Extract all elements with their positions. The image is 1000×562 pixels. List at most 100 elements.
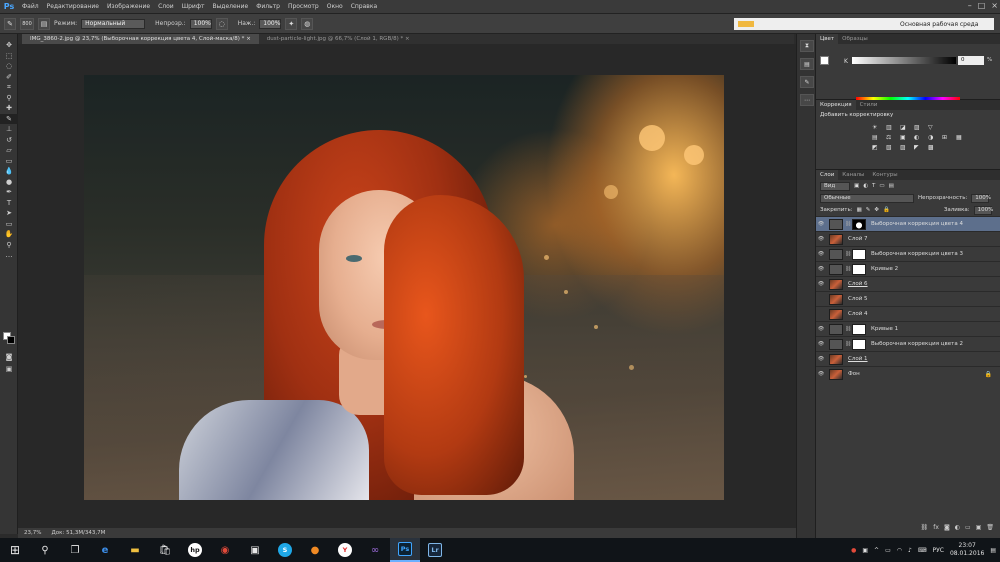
layer-row[interactable]: 👁 Слой 1 bbox=[816, 351, 1000, 366]
channel-value-input[interactable]: 0 bbox=[958, 56, 984, 65]
blend-mode-select[interactable]: Обычные bbox=[820, 193, 914, 203]
layer-thumbnail[interactable] bbox=[829, 308, 843, 320]
airbrush-icon[interactable]: ✦ bbox=[285, 17, 298, 30]
edge-browser-icon[interactable]: e bbox=[90, 538, 120, 562]
marquee-tool-icon[interactable]: ⬚ bbox=[0, 51, 18, 62]
adjustment-icon[interactable]: ⚖ bbox=[886, 134, 896, 141]
filter-type-icon[interactable]: T bbox=[872, 183, 875, 189]
adjustment-icon[interactable]: ⊞ bbox=[942, 134, 952, 141]
close-tab-icon[interactable]: × bbox=[405, 36, 410, 42]
photoshop-taskbar-icon[interactable]: Ps bbox=[390, 538, 420, 562]
yandex-browser-icon[interactable]: Y bbox=[330, 538, 360, 562]
menu-item-6[interactable]: Фильтр bbox=[252, 3, 284, 10]
chrome-icon[interactable]: ◉ bbox=[210, 538, 240, 562]
lock-transparency-icon[interactable]: ▦ bbox=[857, 207, 862, 213]
tab-color[interactable]: Цвет bbox=[816, 34, 839, 44]
clock[interactable]: 23:07 08.01.2016 bbox=[950, 542, 984, 558]
hp-icon[interactable]: hp bbox=[180, 538, 210, 562]
new-adjustment-icon[interactable]: ◐ bbox=[955, 524, 960, 534]
brush-size-picker[interactable]: 800 bbox=[20, 17, 34, 30]
hand-tool-icon[interactable]: ✋ bbox=[0, 229, 18, 240]
crop-tool-icon[interactable]: ⌗ bbox=[0, 82, 18, 93]
menu-item-2[interactable]: Изображение bbox=[103, 3, 154, 10]
layer-visibility-icon[interactable]: 👁 bbox=[816, 266, 826, 272]
close-tab-icon[interactable]: × bbox=[246, 36, 251, 42]
add-mask-icon[interactable]: ◙ bbox=[944, 524, 950, 534]
menu-item-4[interactable]: Шрифт bbox=[178, 3, 209, 10]
type-tool-icon[interactable]: T bbox=[0, 198, 18, 209]
layer-thumbnail[interactable] bbox=[829, 233, 843, 245]
layer-thumbnail[interactable] bbox=[829, 368, 843, 380]
new-layer-icon[interactable]: ▣ bbox=[976, 524, 982, 534]
visual-studio-icon[interactable]: ∞ bbox=[360, 538, 390, 562]
start-button[interactable]: ⊞ bbox=[0, 538, 30, 562]
layer-row[interactable]: 👁 ⛓ Выборочная коррекция цвета 2 bbox=[816, 336, 1000, 351]
lock-position-icon[interactable]: ✥ bbox=[874, 207, 879, 213]
layer-visibility-icon[interactable]: 👁 bbox=[816, 251, 826, 257]
adjustment-icon[interactable]: ◪ bbox=[900, 124, 910, 131]
tab-layers[interactable]: Слои bbox=[816, 170, 839, 180]
layer-visibility-icon[interactable]: 👁 bbox=[816, 371, 826, 377]
filter-pixel-icon[interactable]: ▣ bbox=[854, 183, 859, 189]
eraser-tool-icon[interactable]: ▱ bbox=[0, 145, 18, 156]
layer-row[interactable]: 👁 Слой 6 bbox=[816, 276, 1000, 291]
opacity-input[interactable]: 100% bbox=[189, 18, 212, 29]
search-icon[interactable]: ⚲ bbox=[30, 538, 60, 562]
shape-tool-icon[interactable]: ▭ bbox=[0, 219, 18, 230]
mode-select[interactable]: Нормальный bbox=[81, 18, 146, 29]
menu-item-0[interactable]: Файл bbox=[18, 3, 43, 10]
layer-style-icon[interactable]: fx bbox=[933, 524, 939, 534]
filter-shape-icon[interactable]: ▭ bbox=[879, 183, 884, 189]
layer-row[interactable]: 👁 ⛓ Выборочная коррекция цвета 4 bbox=[816, 216, 1000, 231]
quick-mask-icon[interactable]: ◙ bbox=[0, 352, 18, 363]
adjustment-icon[interactable]: ☀ bbox=[872, 124, 882, 131]
media-app-icon[interactable]: ▣ bbox=[240, 538, 270, 562]
layer-mask-thumbnail[interactable] bbox=[852, 218, 866, 230]
move-tool-icon[interactable]: ✥ bbox=[0, 40, 18, 51]
tray-app-icon[interactable]: ▣ bbox=[862, 547, 868, 554]
menu-item-5[interactable]: Выделение bbox=[208, 3, 252, 10]
layer-visibility-icon[interactable]: 👁 bbox=[816, 341, 826, 347]
adjustment-icon[interactable]: ▤ bbox=[872, 134, 882, 141]
layer-row[interactable]: 👁 ⛓ Кривые 2 bbox=[816, 261, 1000, 276]
adjustment-icon[interactable]: ▥ bbox=[886, 124, 896, 131]
menu-item-8[interactable]: Окно bbox=[323, 3, 347, 10]
quick-select-tool-icon[interactable]: ✐ bbox=[0, 72, 18, 83]
pressure-opacity-icon[interactable]: ◌ bbox=[215, 17, 228, 30]
minimize-icon[interactable]: – bbox=[968, 1, 972, 10]
show-hidden-icons-icon[interactable]: ^ bbox=[874, 547, 879, 554]
mask-link-icon[interactable]: ⛓ bbox=[845, 251, 851, 257]
menu-item-9[interactable]: Справка bbox=[347, 3, 381, 10]
layer-row[interactable]: 👁 ⛓ Кривые 1 bbox=[816, 321, 1000, 336]
document-size[interactable]: Док: 51,3M/343,7M bbox=[51, 530, 105, 536]
adjustment-thumbnail[interactable] bbox=[829, 323, 843, 335]
filter-adjustment-icon[interactable]: ◐ bbox=[863, 183, 868, 189]
flow-input[interactable]: 100% bbox=[259, 18, 282, 29]
brush-tool-icon[interactable]: ✎ bbox=[0, 113, 18, 124]
notifications-icon[interactable]: ▤ bbox=[990, 547, 996, 554]
brush-panel-icon[interactable]: ✎ bbox=[800, 76, 814, 88]
maximize-icon[interactable]: □ bbox=[978, 1, 986, 10]
pen-tool-icon[interactable]: ✒ bbox=[0, 187, 18, 198]
canvas-area[interactable] bbox=[18, 44, 796, 528]
tab-channels[interactable]: Каналы bbox=[838, 170, 868, 180]
layer-row[interactable]: 👁 ⛓ Выборочная коррекция цвета 3 bbox=[816, 246, 1000, 261]
lightroom-taskbar-icon[interactable]: Lr bbox=[420, 538, 450, 562]
pressure-size-icon[interactable]: ◍ bbox=[301, 17, 314, 30]
healing-brush-tool-icon[interactable]: ✚ bbox=[0, 103, 18, 114]
adjustment-icon[interactable]: ◤ bbox=[914, 144, 924, 151]
layer-fill-input[interactable]: 100% bbox=[973, 205, 993, 215]
clone-stamp-tool-icon[interactable]: ⊥ bbox=[0, 124, 18, 135]
zoom-level[interactable]: 23,7% bbox=[24, 530, 41, 536]
file-explorer-icon[interactable]: ▬ bbox=[120, 538, 150, 562]
history-panel-icon[interactable]: ⧗ bbox=[800, 40, 814, 52]
adjustment-icon[interactable]: ▽ bbox=[928, 124, 938, 131]
filter-smart-icon[interactable]: ▤ bbox=[889, 183, 894, 189]
layer-visibility-icon[interactable]: 👁 bbox=[816, 236, 826, 242]
brush-tool-preset-icon[interactable]: ✎ bbox=[4, 17, 16, 30]
menu-item-7[interactable]: Просмотр bbox=[284, 3, 323, 10]
layer-visibility-icon[interactable]: 👁 bbox=[816, 221, 826, 227]
adjustment-icon[interactable]: ◐ bbox=[914, 134, 924, 141]
adjustment-icon[interactable]: ◑ bbox=[928, 134, 938, 141]
layer-thumbnail[interactable] bbox=[829, 293, 843, 305]
